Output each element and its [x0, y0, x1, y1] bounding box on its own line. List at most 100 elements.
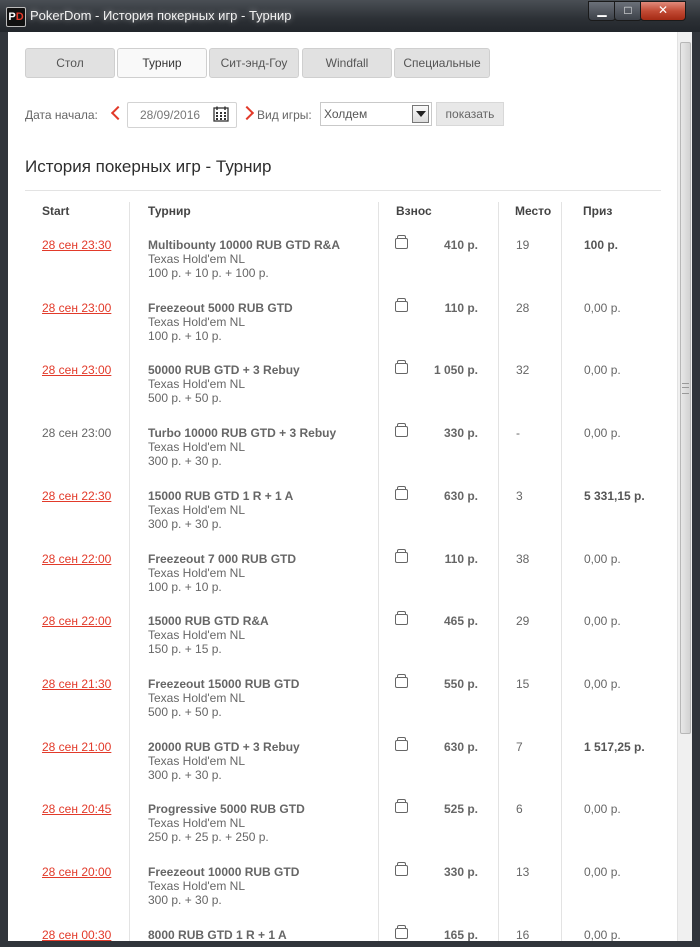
- start-time-link[interactable]: 28 сен 22:00: [42, 552, 111, 566]
- game-type: Texas Hold'em NL: [148, 314, 245, 329]
- buyin-amount: 465 р.: [443, 614, 478, 629]
- game-type: Texas Hold'em NL: [148, 440, 245, 455]
- start-time-link[interactable]: 28 сен 21:30: [42, 677, 111, 691]
- history-panel: Стол Турнир Сит-энд-Гоу Windfall Специал…: [8, 32, 692, 941]
- tab-table[interactable]: Стол: [25, 48, 115, 78]
- tournament-name: Freezeout 15000 RUB GTD: [148, 676, 300, 691]
- prize-value: 5 331,15 р.: [584, 488, 645, 503]
- table-row: 28 сен 20:00 Freezeout 10000 RUB GTD Texas…: [8, 857, 668, 920]
- fee-breakdown: 300 р. + 30 р.: [148, 893, 222, 907]
- start-time-link[interactable]: 28 сен 20:00: [42, 865, 111, 879]
- start-time-link[interactable]: 28 сен 22:30: [42, 489, 111, 503]
- start-time-link[interactable]: 28 сен 22:00: [42, 614, 111, 628]
- buyin-amount: 330 р.: [443, 865, 478, 879]
- buyin-amount: 630 р.: [443, 739, 478, 754]
- prize-value: 0,00 р.: [584, 802, 621, 817]
- fee-breakdown: 100 р. + 10 р.: [148, 328, 222, 343]
- window-frame-right: [692, 32, 700, 941]
- fee-breakdown: 100 р. + 10 р. + 100 р.: [148, 266, 269, 280]
- place-value: 3: [516, 488, 523, 503]
- prize-value: 0,00 р.: [584, 363, 621, 378]
- window-frame-bottom: [0, 941, 700, 947]
- tournament-name: Freezeout 5000 RUB GTD: [148, 300, 293, 315]
- table-row: 28 сен 22:30 15000 RUB GTD 1 R + 1 A Texas…: [8, 481, 668, 544]
- start-time: 28 сен 23:00: [42, 426, 112, 441]
- start-time-link[interactable]: 28 сен 20:45: [42, 802, 111, 816]
- table-row: 28 сен 22:00 15000 RUB GTD R&A Texas Hold'…: [8, 606, 668, 669]
- start-time-link[interactable]: 28 сен 23:30: [42, 238, 111, 252]
- date-label: Дата начала:: [25, 108, 98, 122]
- place-value: 15: [516, 676, 530, 691]
- show-button[interactable]: показать: [436, 102, 504, 126]
- vertical-scrollbar[interactable]: [677, 32, 692, 941]
- place-value: 7: [516, 739, 523, 754]
- page-title: История покерных игр - Турнир: [25, 157, 272, 176]
- wallet-icon: [395, 736, 408, 751]
- game-type: Texas Hold'em NL: [148, 753, 245, 768]
- table-row: 28 сен 23:00 Freezeout 5000 RUB GTD Texas …: [8, 293, 668, 356]
- header-start: Start: [42, 204, 70, 218]
- place-value: 19: [516, 238, 530, 252]
- wallet-icon: [395, 611, 408, 626]
- table-row: 28 сен 21:00 20000 RUB GTD + 3 Rebuy Texas…: [8, 732, 668, 795]
- game-type: Texas Hold'em NL: [148, 879, 245, 893]
- fee-breakdown: 500 р. + 50 р.: [148, 391, 222, 406]
- table-row: 28 сен 21:30 Freezeout 15000 RUB GTD Texas…: [8, 669, 668, 732]
- tab-sit-and-go[interactable]: Сит-энд-Гоу: [209, 48, 299, 78]
- header-tournament: Турнир: [148, 204, 191, 218]
- header-place: Место: [515, 204, 552, 218]
- buyin-amount: 550 р.: [443, 676, 478, 691]
- prize-value: 1 517,25 р.: [584, 739, 645, 754]
- tournament-name: 15000 RUB GTD 1 R + 1 A: [148, 488, 294, 503]
- wallet-icon: [395, 423, 408, 438]
- start-time-link[interactable]: 28 сен 21:00: [42, 740, 111, 754]
- tab-tournament[interactable]: Турнир: [117, 48, 207, 78]
- tab-special[interactable]: Специальные: [394, 48, 490, 78]
- maximize-button[interactable]: □: [614, 1, 642, 21]
- buyin-amount: 410 р.: [443, 238, 478, 252]
- buyin-amount: 525 р.: [443, 802, 478, 817]
- tournament-name: Freezeout 10000 RUB GTD: [148, 865, 300, 879]
- tab-windfall[interactable]: Windfall: [302, 48, 392, 78]
- table-row: 28 сен 23:00 Turbo 10000 RUB GTD + 3 Rebu…: [8, 418, 668, 481]
- filter-bar: Дата начала: 28/09/2016 Вид игры: Холдем…: [25, 102, 685, 128]
- table-row: 28 сен 00:308000 RUB GTD 1 R + 1 ATexas …: [8, 920, 668, 941]
- start-time-link[interactable]: 28 сен 23:00: [42, 363, 111, 377]
- buyin-amount: 110 р.: [444, 300, 478, 315]
- fee-breakdown: 100 р. + 10 р.: [148, 579, 222, 594]
- calendar-icon[interactable]: [213, 106, 229, 122]
- tournament-name: 50000 RUB GTD + 3 Rebuy: [148, 363, 300, 378]
- place-value: 29: [516, 614, 530, 629]
- game-type: Texas Hold'em NL: [148, 690, 245, 705]
- prize-value: 0,00 р.: [584, 300, 621, 315]
- tournament-name: 20000 RUB GTD + 3 Rebuy: [148, 739, 300, 754]
- chevron-right-icon[interactable]: [239, 105, 255, 121]
- close-button[interactable]: ✕: [640, 1, 686, 21]
- game-type: Texas Hold'em NL: [148, 816, 245, 831]
- minimize-button[interactable]: ▁: [588, 1, 616, 21]
- tournament-name: 8000 RUB GTD 1 R + 1 A: [148, 927, 287, 941]
- table-row: 28 сен 23:30 Multibounty 10000 RUB GTD R&…: [8, 230, 668, 293]
- wallet-icon: [395, 235, 408, 249]
- date-value: 28/09/2016: [140, 108, 201, 122]
- table-row: 28 сен 20:45 Progressive 5000 RUB GTD Texa…: [8, 794, 668, 857]
- place-value: 28: [516, 300, 530, 315]
- game-type: Texas Hold'em NL: [148, 377, 245, 392]
- window-titlebar[interactable]: PD PokerDom - История покерных игр - Тур…: [0, 0, 700, 32]
- start-time-link[interactable]: 28 сен 00:30: [42, 928, 111, 941]
- header-prize: Приз: [583, 204, 613, 218]
- buyin-amount: 630 р.: [443, 488, 478, 503]
- grip-icon: [682, 383, 689, 394]
- chevron-left-icon[interactable]: [110, 105, 126, 121]
- prize-value: 0,00 р.: [584, 927, 621, 941]
- tournament-name: Multibounty 10000 RUB GTD R&A: [148, 238, 341, 252]
- game-type-select[interactable]: Холдем: [320, 102, 432, 126]
- chevron-down-icon[interactable]: [412, 105, 429, 123]
- wallet-icon: [395, 297, 408, 312]
- place-value: 13: [516, 865, 530, 879]
- date-field[interactable]: 28/09/2016: [127, 102, 237, 128]
- start-time-link[interactable]: 28 сен 23:00: [42, 301, 111, 315]
- prize-value: 100 р.: [584, 238, 619, 252]
- scrollbar-thumb[interactable]: [680, 42, 691, 734]
- game-type-value: Холдем: [324, 107, 368, 121]
